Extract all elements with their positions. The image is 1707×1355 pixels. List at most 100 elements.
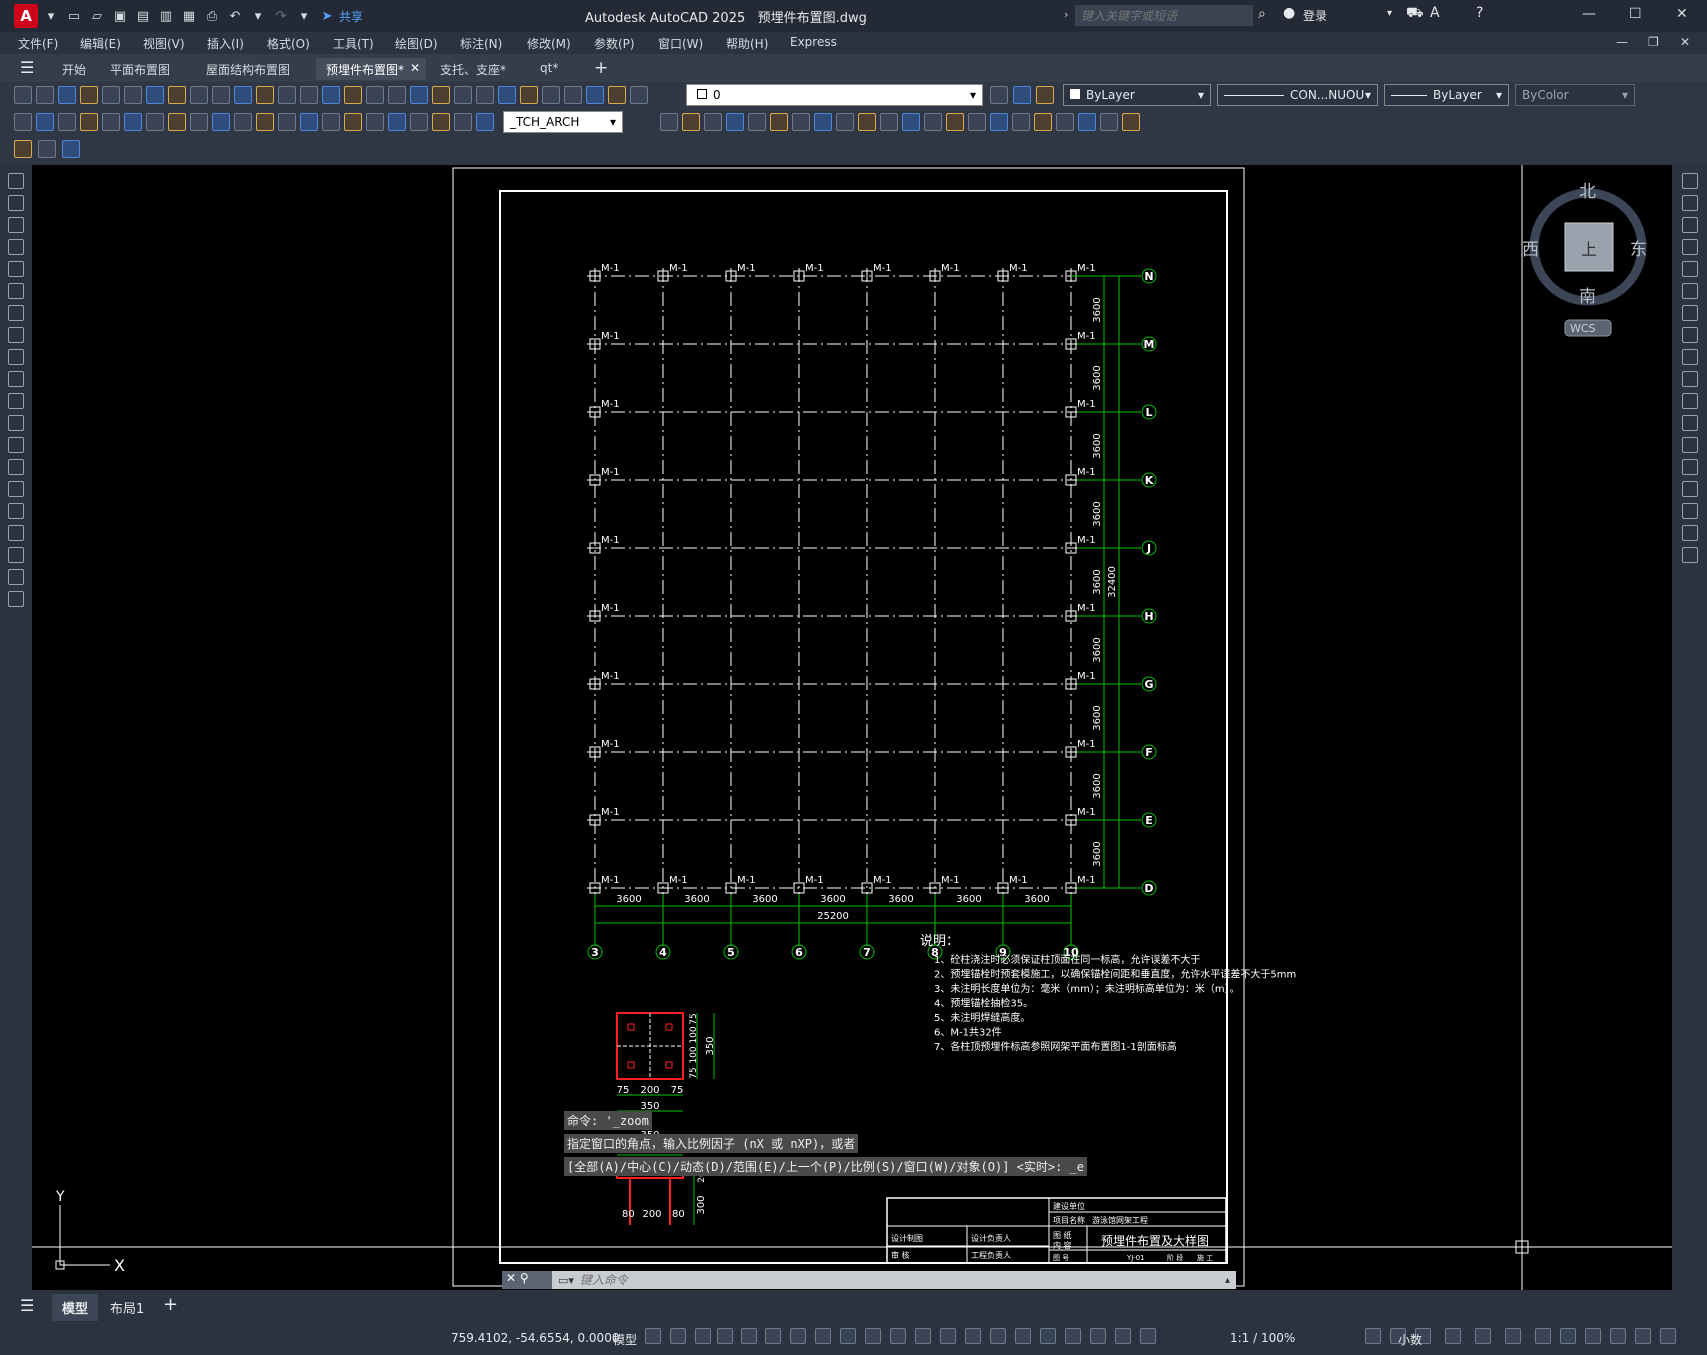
modify-tool-icon[interactable] — [770, 113, 788, 131]
layout-menu-icon[interactable]: ☰ — [20, 1296, 34, 1315]
linetype-dropdown[interactable]: CON...NUOU ▾ — [1217, 84, 1378, 106]
draw-tool-icon[interactable] — [8, 459, 24, 475]
draw-tool-icon[interactable] — [8, 569, 24, 585]
modify-tool-icon[interactable] — [168, 113, 186, 131]
standard-tool-icon[interactable] — [14, 86, 32, 104]
status-toggle-icon[interactable] — [695, 1328, 711, 1344]
modify-tool-icon[interactable] — [234, 113, 252, 131]
menu-tools[interactable]: 工具(T) — [333, 35, 374, 52]
modify-tool-icon[interactable] — [1682, 305, 1698, 321]
menu-parametric[interactable]: 参数(P) — [594, 35, 635, 52]
tab-qt[interactable]: qt* — [530, 58, 568, 80]
minimize-icon[interactable]: — — [1582, 6, 1596, 22]
undo-icon[interactable]: ↶ — [225, 6, 245, 26]
standard-tool-icon[interactable] — [36, 86, 54, 104]
standard-tool-icon[interactable] — [388, 86, 406, 104]
standard-tool-icon[interactable] — [1036, 86, 1054, 104]
color-dropdown[interactable]: ByLayer ▾ — [1063, 84, 1211, 106]
modify-tool-icon[interactable] — [1682, 437, 1698, 453]
status-toggle-icon[interactable] — [965, 1328, 981, 1344]
command-history-toggle-icon[interactable]: ▴ — [1225, 1275, 1236, 1286]
modify-tool-icon[interactable] — [1682, 283, 1698, 299]
modify-tool-icon[interactable] — [256, 113, 274, 131]
search-icon[interactable]: ⌕ — [1258, 6, 1266, 22]
signin-dropdown-icon[interactable]: ▾ — [1387, 8, 1392, 19]
modify-tool-icon[interactable] — [1682, 547, 1698, 563]
modify-tool-icon[interactable] — [476, 113, 494, 131]
modify-tool-icon[interactable] — [1682, 327, 1698, 343]
draw-tool-icon[interactable] — [8, 327, 24, 343]
modify-tool-icon[interactable] — [836, 113, 854, 131]
model-space-toggle[interactable]: 模型 — [613, 1331, 637, 1348]
menu-help[interactable]: 帮助(H) — [726, 35, 768, 52]
modify-tool-icon[interactable] — [902, 113, 920, 131]
standard-tool-icon[interactable] — [80, 86, 98, 104]
menu-insert[interactable]: 插入(I) — [207, 35, 244, 52]
modify-tool-icon[interactable] — [726, 113, 744, 131]
status-toggle-icon[interactable] — [1365, 1328, 1381, 1344]
standard-tool-icon[interactable] — [564, 86, 582, 104]
close-icon[interactable]: ✕ — [1676, 6, 1688, 22]
maximize-icon[interactable]: ☐ — [1629, 6, 1642, 22]
modify-tool-icon[interactable] — [946, 113, 964, 131]
customize-qat-icon[interactable]: ▾ — [294, 6, 314, 26]
modify-tool-icon[interactable] — [1682, 503, 1698, 519]
share-icon[interactable]: ➤ — [317, 6, 337, 26]
standard-tool-icon[interactable] — [520, 86, 538, 104]
tab-floor-plan[interactable]: 平面布置图 — [100, 58, 180, 80]
layer-dropdown[interactable]: 0 ▾ — [686, 84, 983, 106]
standard-tool-icon[interactable] — [344, 86, 362, 104]
draw-tool-icon[interactable] — [8, 415, 24, 431]
standard-tool-icon[interactable] — [454, 86, 472, 104]
menu-view[interactable]: 视图(V) — [143, 35, 185, 52]
autodesk-app-icon[interactable]: A — [1430, 5, 1440, 21]
extra-tool-icon[interactable] — [62, 140, 80, 158]
status-toggle-icon[interactable] — [1090, 1328, 1106, 1344]
draw-tool-icon[interactable] — [8, 305, 24, 321]
tab-start[interactable]: 开始 — [52, 58, 96, 80]
standard-tool-icon[interactable] — [476, 86, 494, 104]
search-expand-icon[interactable]: › — [1064, 8, 1068, 21]
modify-tool-icon[interactable] — [388, 113, 406, 131]
menu-edit[interactable]: 编辑(E) — [80, 35, 121, 52]
doc-restore-icon[interactable]: ❐ — [1648, 35, 1659, 49]
extra-tool-icon[interactable] — [14, 140, 32, 158]
standard-tool-icon[interactable] — [300, 86, 318, 104]
drawing-canvas[interactable]: M-1 M-1 M-1 M-1 M-1 M-1 M-1 M-1 M-1 M-1 M-1 M-1 M-1 M… — [32, 165, 1672, 1290]
modify-tool-icon[interactable] — [432, 113, 450, 131]
modify-tool-icon[interactable] — [814, 113, 832, 131]
viewcube[interactable]: 上 北 南 东 西 WCS — [1522, 182, 1647, 337]
status-toggle-icon[interactable] — [1560, 1328, 1576, 1344]
menu-window[interactable]: 窗口(W) — [658, 35, 703, 52]
modify-tool-icon[interactable] — [1682, 415, 1698, 431]
status-toggle-icon[interactable] — [1505, 1328, 1521, 1344]
modify-tool-icon[interactable] — [748, 113, 766, 131]
standard-tool-icon[interactable] — [432, 86, 450, 104]
standard-tool-icon[interactable] — [498, 86, 516, 104]
hamburger-menu-icon[interactable]: ☰ — [20, 58, 34, 77]
draw-tool-icon[interactable] — [8, 195, 24, 211]
new-icon[interactable]: ▭ — [64, 6, 84, 26]
tab-model[interactable]: 模型 — [52, 1294, 99, 1321]
save-icon[interactable]: ▣ — [110, 6, 130, 26]
draw-tool-icon[interactable] — [8, 261, 24, 277]
modify-tool-icon[interactable] — [1682, 217, 1698, 233]
plotstyle-dropdown[interactable]: ByColor ▾ — [1515, 84, 1635, 106]
save-web-icon[interactable]: ▥ — [156, 6, 176, 26]
modify-tool-icon[interactable] — [344, 113, 362, 131]
modify-tool-icon[interactable] — [102, 113, 120, 131]
signin-label[interactable]: 登录 — [1303, 7, 1327, 24]
draw-tool-icon[interactable] — [8, 393, 24, 409]
menu-draw[interactable]: 绘图(D) — [395, 35, 438, 52]
tab-embedded-parts[interactable]: 预埋件布置图* ✕ — [316, 58, 426, 80]
tab-layout1[interactable]: 布局1 — [100, 1294, 154, 1321]
standard-tool-icon[interactable] — [410, 86, 428, 104]
tab-close-icon[interactable]: ✕ — [410, 61, 420, 75]
modify-tool-icon[interactable] — [1078, 113, 1096, 131]
draw-tool-icon[interactable] — [8, 481, 24, 497]
status-toggle-icon[interactable] — [1445, 1328, 1461, 1344]
standard-tool-icon[interactable] — [990, 86, 1008, 104]
modify-tool-icon[interactable] — [1682, 481, 1698, 497]
status-toggle-icon[interactable] — [1610, 1328, 1626, 1344]
standard-tool-icon[interactable] — [256, 86, 274, 104]
